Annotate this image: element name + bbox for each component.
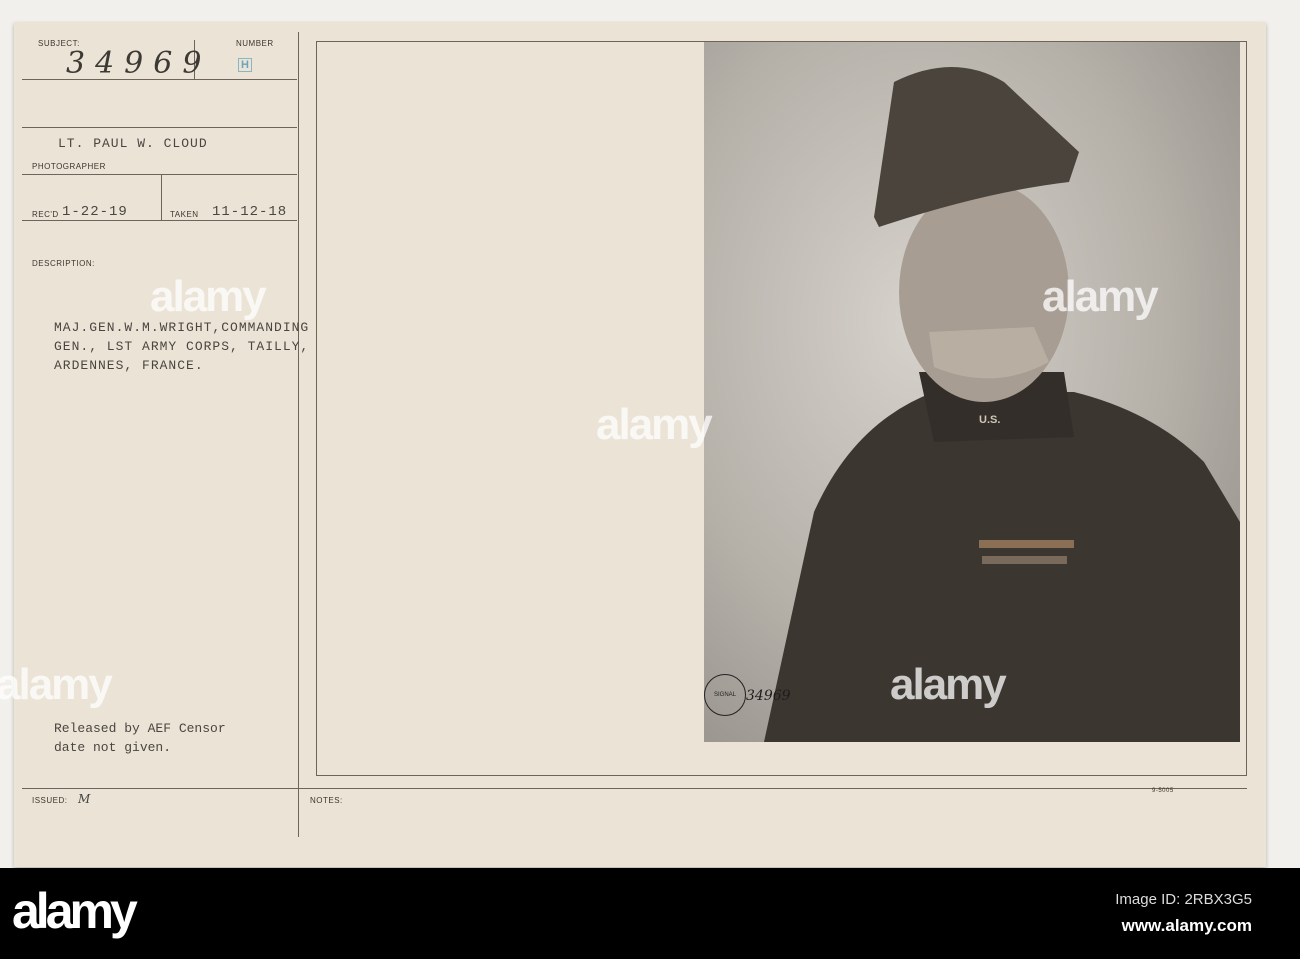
release-note: Released by AEF Censor date not given. bbox=[54, 719, 226, 757]
watermark: alamy bbox=[596, 400, 713, 449]
watermark: alamy bbox=[0, 660, 113, 709]
number-label: NUMBER bbox=[236, 39, 274, 48]
portrait-photo: U.S. SIGNAL CORPS U.S.A. 34969 bbox=[704, 42, 1240, 742]
taken-label: TAKEN bbox=[170, 210, 199, 219]
number-stamp: H bbox=[238, 58, 252, 72]
portrait-illustration bbox=[764, 67, 1240, 742]
recd-date: 1-22-19 bbox=[62, 204, 128, 220]
photographer-name: LT. PAUL W. CLOUD bbox=[58, 136, 208, 151]
release-line: Released by AEF Censor bbox=[54, 721, 226, 736]
watermark: alamy bbox=[150, 272, 267, 321]
issued-value: M bbox=[78, 792, 91, 806]
notes-label: NOTES: bbox=[310, 796, 343, 805]
watermark: alamy bbox=[890, 660, 1007, 709]
recd-label: REC'D bbox=[32, 210, 59, 219]
issued-label: ISSUED: bbox=[32, 796, 68, 805]
description: MAJ.GEN.W.M.WRIGHT,COMMANDING GEN., LST … bbox=[54, 318, 309, 375]
description-line: ARDENNES, FRANCE. bbox=[54, 358, 204, 373]
footer-logo: alamy bbox=[12, 883, 138, 939]
collar-insignia: U.S. bbox=[979, 414, 1001, 426]
description-line: GEN., LST ARMY CORPS, TAILLY, bbox=[54, 339, 310, 354]
form-number: 9-5005 bbox=[1152, 788, 1174, 794]
signal-corps-stamp: SIGNAL CORPS U.S.A. bbox=[704, 674, 746, 716]
stamp-number: 34969 bbox=[746, 688, 791, 704]
photographer-label: PHOTOGRAPHER bbox=[32, 162, 106, 171]
release-line: date not given. bbox=[54, 740, 172, 755]
footer-bar: alamy Image ID: 2RBX3G5 www.alamy.com bbox=[0, 868, 1300, 959]
site-link[interactable]: www.alamy.com bbox=[1122, 916, 1252, 936]
subject-number: 34969 bbox=[66, 46, 212, 81]
taken-date: 11-12-18 bbox=[212, 204, 288, 220]
description-label: DESCRIPTION: bbox=[32, 259, 95, 268]
image-id: Image ID: 2RBX3G5 bbox=[1115, 891, 1252, 908]
watermark: alamy bbox=[1042, 272, 1159, 321]
